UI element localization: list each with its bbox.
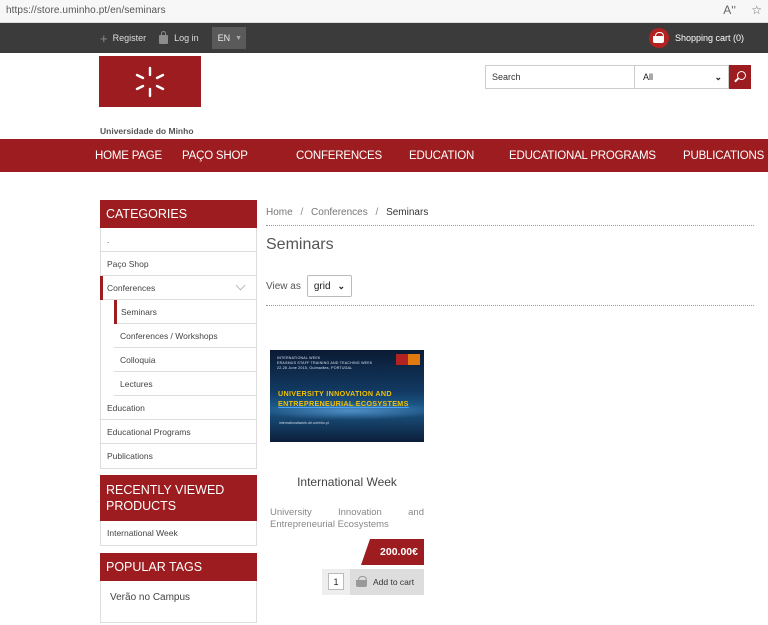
lock-icon	[159, 31, 169, 44]
top-bar: + Register Log in EN ▼ Shopping cart (0)	[0, 23, 768, 53]
subcategory-item-seminars[interactable]: Seminars	[114, 300, 256, 324]
breadcrumb-conferences[interactable]: Conferences	[311, 207, 368, 218]
chevron-down-icon: ⌄	[714, 71, 722, 82]
search-input[interactable]	[485, 65, 635, 89]
category-item-publications[interactable]: Publications	[101, 444, 256, 468]
nav-home-page[interactable]: HOME PAGE	[95, 139, 162, 172]
popular-tags-block: POPULAR TAGS Verão no Campus	[100, 553, 257, 623]
category-label: Conferences	[107, 282, 156, 293]
nav-paco-shop[interactable]: PAÇO SHOP	[182, 139, 248, 172]
search-icon	[737, 71, 746, 80]
nav-educational-programs[interactable]: EDUCATIONAL PROGRAMS	[509, 139, 656, 172]
view-mode-value: grid	[313, 280, 331, 292]
image-text: INTERNATIONAL WEEK ERASMUS STAFF TRAININ…	[277, 356, 387, 371]
category-item-educational-programs[interactable]: Educational Programs	[101, 420, 256, 444]
chevron-down-icon: ▼	[235, 34, 243, 42]
page-title: Seminars	[266, 236, 334, 253]
categories-title: CATEGORIES	[100, 200, 257, 228]
search-button[interactable]	[729, 65, 751, 89]
image-headline-line2: ENTREPRENEURIAL ECOSYSTEMS	[278, 399, 409, 408]
register-label: Register	[112, 33, 147, 43]
language-value: EN	[217, 33, 231, 43]
product-price: 200.00€	[361, 539, 424, 565]
url-text[interactable]: https://store.uminho.pt/en/seminars	[6, 5, 166, 16]
breadcrumb-separator: /	[375, 207, 379, 218]
divider	[266, 225, 754, 226]
subcategory-item-lectures[interactable]: Lectures	[114, 372, 256, 396]
category-list: . Paço Shop Conferences Seminars Confere…	[100, 228, 257, 469]
browser-address-bar[interactable]: https://store.uminho.pt/en/seminars Aʹʹ …	[0, 0, 768, 23]
chevron-down-icon: ⌄	[337, 280, 346, 291]
search-category-value: All	[643, 72, 654, 82]
recently-viewed-block: RECENTLY VIEWED PRODUCTS International W…	[100, 475, 257, 546]
tag-link[interactable]: Verão no Campus	[110, 592, 190, 603]
uminho-badge-icon	[396, 354, 420, 365]
product-card: INTERNATIONAL WEEK ERASMUS STAFF TRAININ…	[270, 350, 424, 530]
categories-block: CATEGORIES . Paço Shop Conferences Semin…	[100, 200, 257, 469]
breadcrumb-separator: /	[300, 207, 304, 218]
login-label: Log in	[174, 33, 199, 43]
search-bar: All ⌄	[485, 65, 751, 89]
divider	[266, 305, 754, 306]
category-item[interactable]: .	[101, 228, 256, 252]
category-item-conferences[interactable]: Conferences	[100, 276, 256, 300]
register-link[interactable]: + Register	[100, 32, 146, 45]
university-logo[interactable]	[99, 56, 201, 107]
university-name: Universidade do Minho	[100, 126, 194, 136]
category-item-education[interactable]: Education	[101, 396, 256, 420]
shopping-cart-label: Shopping cart (0)	[674, 33, 744, 43]
chevron-down-icon[interactable]	[235, 280, 246, 291]
subcategory-item-colloquia[interactable]: Colloquia	[114, 348, 256, 372]
cart-icon	[356, 576, 367, 587]
image-footer-url: internationalweek.dri.uminho.pt	[279, 421, 329, 425]
product-description: University Innovation and Entrepreneuria…	[270, 507, 424, 530]
product-title[interactable]: International Week	[270, 475, 424, 489]
favorite-star-icon[interactable]: ☆	[751, 3, 762, 17]
add-to-cart-button[interactable]: Add to cart	[350, 569, 424, 595]
image-small-date: 22-26 June 2015, Guimarães, PORTUGAL	[277, 366, 353, 370]
add-to-cart-label: Add to cart	[373, 577, 415, 587]
product-image[interactable]: INTERNATIONAL WEEK ERASMUS STAFF TRAININ…	[270, 350, 424, 442]
nav-conferences[interactable]: CONFERENCES	[296, 139, 382, 172]
nav-education[interactable]: EDUCATION	[409, 139, 474, 172]
breadcrumb: Home / Conferences / Seminars	[266, 207, 428, 218]
recently-viewed-title: RECENTLY VIEWED PRODUCTS	[100, 475, 257, 521]
subcategory-item-conferences-workshops[interactable]: Conferences / Workshops	[114, 324, 256, 348]
category-item-paco-shop[interactable]: Paço Shop	[101, 252, 256, 276]
image-headline-line1: UNIVERSITY INNOVATION AND	[278, 389, 392, 398]
recent-item-international-week[interactable]: International Week	[101, 521, 256, 545]
quantity-input[interactable]: 1	[328, 573, 344, 590]
shopping-cart-link[interactable]: Shopping cart (0)	[648, 23, 744, 53]
view-mode-control: View as grid ⌄	[266, 275, 353, 297]
cart-icon	[648, 28, 669, 48]
language-selector[interactable]: EN ▼	[211, 27, 247, 49]
breadcrumb-home[interactable]: Home	[266, 207, 293, 218]
search-category-select[interactable]: All ⌄	[635, 65, 729, 89]
breadcrumb-current: Seminars	[386, 207, 429, 218]
add-to-cart-panel: 1 Add to cart	[322, 569, 424, 595]
view-mode-select[interactable]: grid ⌄	[306, 275, 353, 297]
read-aloud-icon[interactable]: Aʹʹ	[723, 3, 736, 17]
popular-tags-title: POPULAR TAGS	[100, 553, 257, 581]
image-headline: UNIVERSITY INNOVATION AND ENTREPRENEURIA…	[278, 389, 409, 409]
uminho-logo-icon	[135, 66, 165, 97]
login-link[interactable]: Log in	[159, 31, 199, 44]
nav-publications[interactable]: PUBLICATIONS	[683, 139, 764, 172]
view-as-label: View as	[266, 280, 301, 292]
plus-icon: +	[100, 30, 108, 46]
main-navigation: HOME PAGE PAÇO SHOP CONFERENCES EDUCATIO…	[0, 139, 768, 172]
